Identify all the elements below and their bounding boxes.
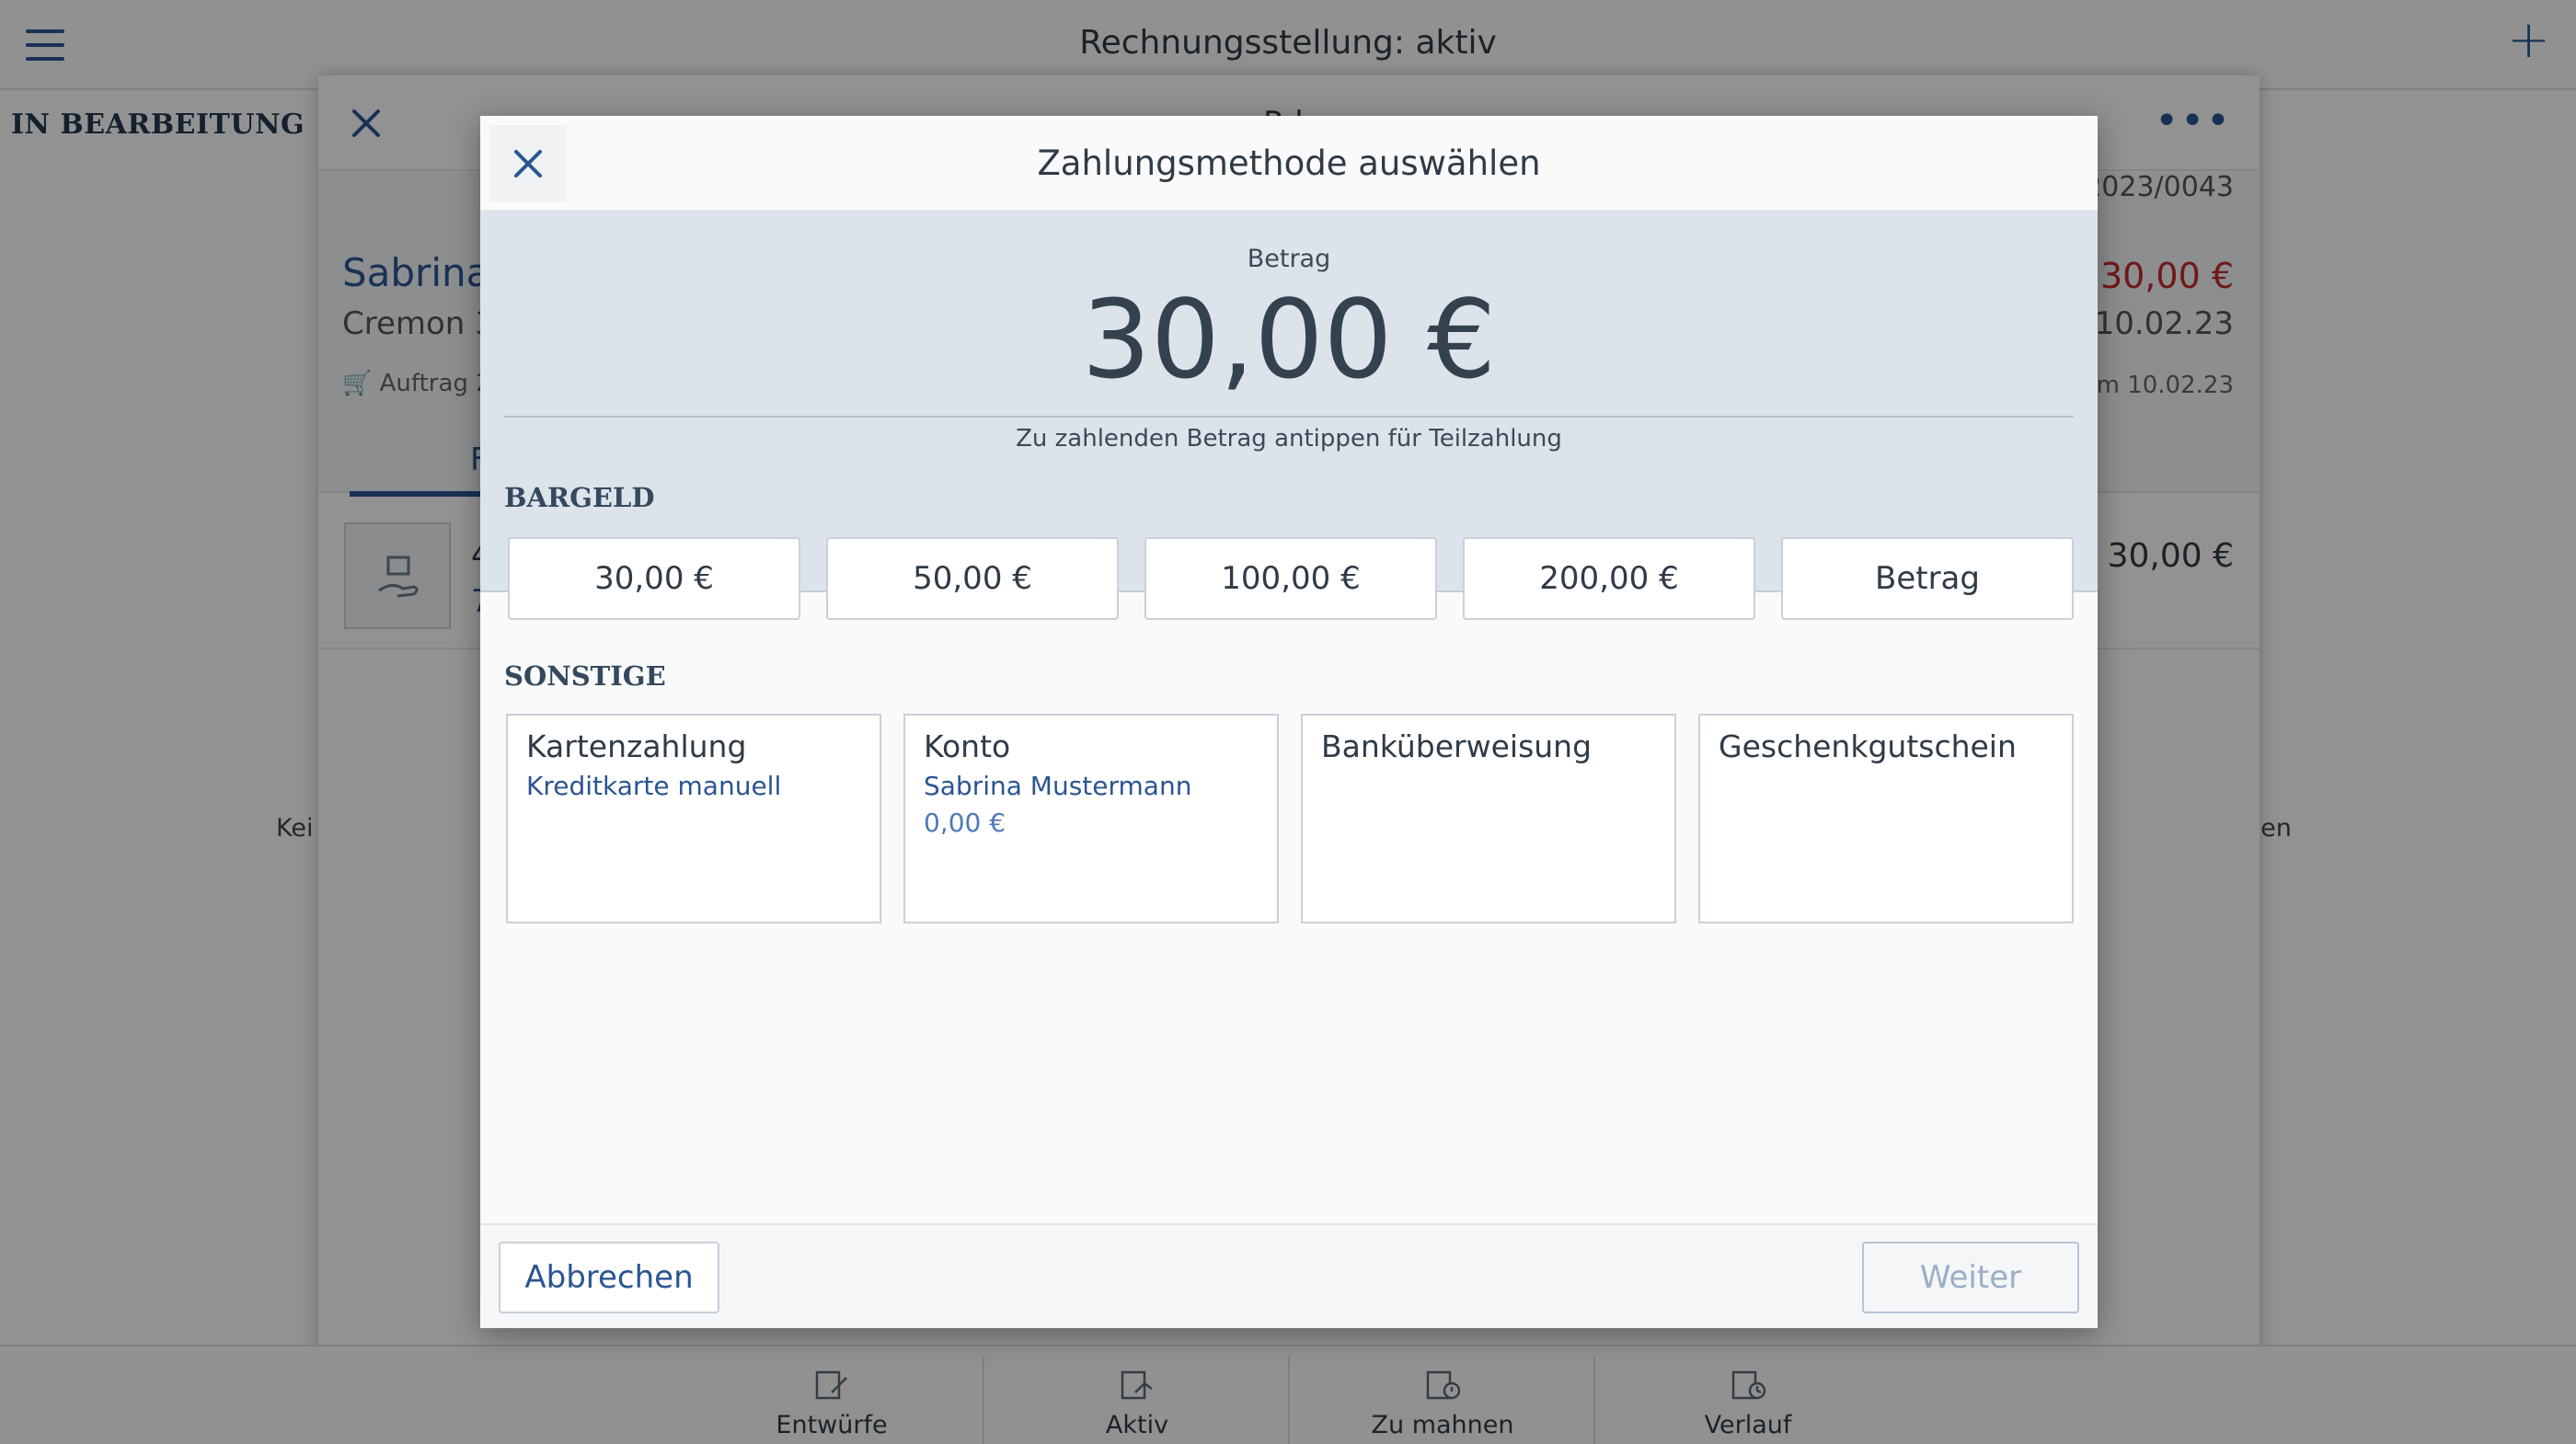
method-subtitle: Sabrina Mustermann [924, 771, 1192, 801]
custom-amount-button[interactable]: Betrag [1781, 537, 2074, 620]
amount-panel[interactable]: Betrag 30,00 € Zu zahlenden Betrag antip… [480, 212, 2098, 592]
dialog-header: Zahlungsmethode auswählen [480, 116, 2098, 212]
method-title: Geschenkgutschein [1719, 728, 2017, 764]
method-card-gift-voucher[interactable]: Geschenkgutschein [1698, 714, 2074, 923]
method-title: Banküberweisung [1321, 728, 1593, 764]
divider [504, 416, 2074, 418]
other-section-title: SONSTIGE [504, 660, 666, 692]
method-card-credit-card[interactable]: Kartenzahlung Kreditkarte manuell [506, 714, 881, 923]
dialog-title: Zahlungsmethode auswählen [1037, 143, 1541, 183]
partial-payment-hint: Zu zahlenden Betrag antippen für Teilzah… [1016, 425, 1562, 453]
method-card-bank-transfer[interactable]: Banküberweisung [1301, 714, 1676, 923]
method-title: Kartenzahlung [526, 728, 747, 764]
cancel-button[interactable]: Abbrechen [499, 1242, 719, 1313]
amount-value[interactable]: 30,00 € [480, 276, 2098, 403]
cash-option-button[interactable]: 30,00 € [508, 537, 800, 620]
cash-section-title: BARGELD [504, 482, 655, 513]
next-button[interactable]: Weiter [1862, 1242, 2079, 1313]
method-card-account[interactable]: Konto Sabrina Mustermann 0,00 € [903, 714, 1279, 923]
cash-option-button[interactable]: 100,00 € [1144, 537, 1437, 620]
cash-option-button[interactable]: 200,00 € [1463, 537, 1755, 620]
payment-method-dialog: Zahlungsmethode auswählen Betrag 30,00 €… [480, 116, 2098, 1328]
dialog-footer: Abbrechen Weiter [480, 1223, 2098, 1328]
amount-label: Betrag [1247, 245, 1331, 273]
account-balance: 0,00 € [924, 808, 1006, 838]
method-subtitle: Kreditkarte manuell [526, 771, 782, 801]
method-title: Konto [924, 728, 1011, 764]
cash-option-button[interactable]: 50,00 € [826, 537, 1119, 620]
